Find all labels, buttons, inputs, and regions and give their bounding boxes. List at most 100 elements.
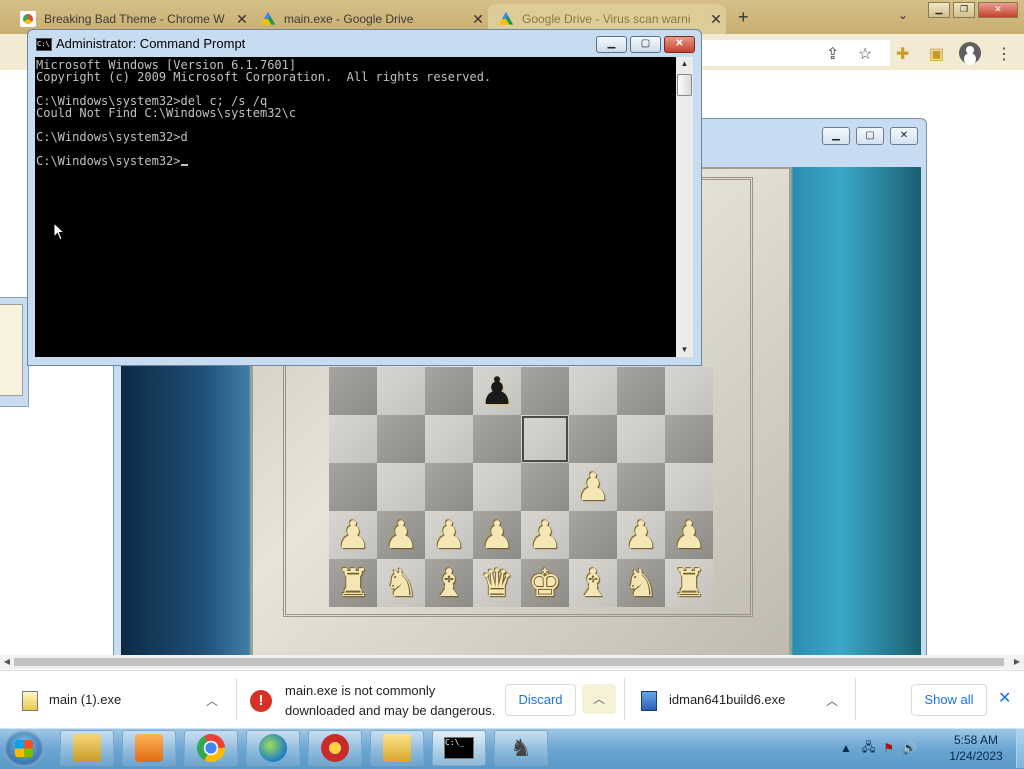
- chess-square[interactable]: ♟: [377, 511, 425, 559]
- chess-square[interactable]: [329, 415, 377, 463]
- chess-square[interactable]: ♞: [617, 559, 665, 607]
- chess-square[interactable]: [617, 415, 665, 463]
- scrollbar-thumb[interactable]: [677, 74, 692, 96]
- white-pawn-icon[interactable]: ♟: [473, 511, 521, 559]
- chess-square[interactable]: [665, 367, 713, 415]
- chess-square[interactable]: ♛: [473, 559, 521, 607]
- white-pawn-icon[interactable]: ♟: [521, 511, 569, 559]
- scroll-left-icon[interactable]: ◀: [0, 655, 14, 669]
- chess-square[interactable]: [569, 415, 617, 463]
- white-bishop-icon[interactable]: ♝: [569, 559, 617, 607]
- taskbar-folder-app[interactable]: [370, 730, 424, 766]
- tab-search-chevron-icon[interactable]: ⌄: [898, 8, 908, 22]
- chess-square[interactable]: [617, 367, 665, 415]
- discard-button[interactable]: Discard: [505, 684, 576, 716]
- taskbar-media-player[interactable]: [122, 730, 176, 766]
- command-prompt-window[interactable]: C:\ Administrator: Command Prompt ▁ ▢ ✕ …: [27, 29, 702, 366]
- show-all-button[interactable]: Show all: [911, 684, 987, 716]
- chess-square[interactable]: ♟: [569, 463, 617, 511]
- white-queen-icon[interactable]: ♛: [473, 559, 521, 607]
- network-icon[interactable]: 🖧: [862, 738, 875, 759]
- white-pawn-icon[interactable]: ♟: [425, 511, 473, 559]
- chess-square[interactable]: ♟: [473, 511, 521, 559]
- white-knight-icon[interactable]: ♞: [617, 559, 665, 607]
- chess-square[interactable]: [569, 511, 617, 559]
- chevron-up-icon[interactable]: ︿: [582, 684, 616, 714]
- page-horizontal-scrollbar[interactable]: ◀ ▶: [0, 655, 1024, 669]
- share-icon[interactable]: ⇪: [826, 44, 839, 64]
- taskbar-pinball[interactable]: [308, 730, 362, 766]
- taskbar-chess[interactable]: ♞: [494, 730, 548, 766]
- chess-square[interactable]: ♟: [425, 511, 473, 559]
- download-item-name[interactable]: main (1).exe: [49, 692, 121, 707]
- start-button[interactable]: [4, 730, 44, 767]
- minimize-icon[interactable]: ▁: [928, 2, 950, 18]
- show-hidden-icons-icon[interactable]: ▲: [840, 741, 852, 755]
- chevron-up-icon[interactable]: ︿: [206, 692, 218, 709]
- close-icon[interactable]: ✕: [664, 36, 695, 53]
- chess-square[interactable]: [569, 367, 617, 415]
- chess-square[interactable]: ♚: [521, 559, 569, 607]
- white-rook-icon[interactable]: ♜: [329, 559, 377, 607]
- white-pawn-icon[interactable]: ♟: [329, 511, 377, 559]
- scrollbar-thumb[interactable]: [14, 658, 1004, 666]
- minimize-icon[interactable]: ▁: [596, 36, 627, 53]
- chess-square[interactable]: [521, 367, 569, 415]
- bookmark-star-icon[interactable]: ☆: [858, 44, 872, 64]
- taskbar-explorer[interactable]: [60, 730, 114, 766]
- download-item-name[interactable]: idman641build6.exe: [669, 692, 785, 707]
- restore-icon[interactable]: ❐: [953, 2, 975, 18]
- chess-square[interactable]: [665, 415, 713, 463]
- chess-square[interactable]: [425, 415, 473, 463]
- chess-square[interactable]: [377, 367, 425, 415]
- kebab-menu-icon[interactable]: ⋮: [996, 44, 1012, 64]
- white-knight-icon[interactable]: ♞: [377, 559, 425, 607]
- chess-square[interactable]: [377, 415, 425, 463]
- black-pawn-icon[interactable]: ♟: [473, 367, 521, 415]
- taskbar-chrome[interactable]: [184, 730, 238, 766]
- minimize-icon[interactable]: ▁: [822, 127, 850, 145]
- extensions-puzzle-icon[interactable]: ✚: [896, 44, 909, 64]
- side-panel-icon[interactable]: ▣: [929, 44, 944, 64]
- white-pawn-icon[interactable]: ♟: [569, 463, 617, 511]
- taskbar-clock[interactable]: 5:58 AM 1/24/2023: [935, 732, 1017, 764]
- chevron-up-icon[interactable]: ︿: [826, 692, 838, 709]
- scroll-up-icon[interactable]: ▲: [676, 57, 693, 71]
- volume-icon[interactable]: 🔊: [902, 741, 917, 755]
- chess-square[interactable]: [425, 463, 473, 511]
- chess-square[interactable]: ♟: [521, 511, 569, 559]
- chess-square[interactable]: [473, 463, 521, 511]
- white-rook-icon[interactable]: ♜: [665, 559, 713, 607]
- taskbar-command-prompt[interactable]: C:\_: [432, 730, 486, 766]
- close-icon[interactable]: ✕: [978, 2, 1018, 18]
- close-tab-icon[interactable]: ✕: [468, 11, 488, 28]
- show-desktop-button[interactable]: [1016, 729, 1024, 768]
- chess-square[interactable]: ♟: [473, 367, 521, 415]
- close-icon[interactable]: ✕: [998, 688, 1011, 708]
- chess-square[interactable]: [377, 463, 425, 511]
- chess-square[interactable]: ♟: [329, 511, 377, 559]
- scroll-down-icon[interactable]: ▼: [676, 343, 693, 357]
- chess-square[interactable]: ♝: [425, 559, 473, 607]
- console-scrollbar[interactable]: ▲ ▼: [676, 57, 693, 357]
- white-bishop-icon[interactable]: ♝: [425, 559, 473, 607]
- taskbar-idm[interactable]: [246, 730, 300, 766]
- chess-square[interactable]: ♜: [329, 559, 377, 607]
- white-king-icon[interactable]: ♚: [521, 559, 569, 607]
- chess-square[interactable]: ♝: [569, 559, 617, 607]
- maximize-icon[interactable]: ▢: [630, 36, 661, 53]
- chess-square[interactable]: [521, 463, 569, 511]
- close-tab-icon[interactable]: ✕: [706, 11, 726, 28]
- chess-board[interactable]: ♟ ♟ ♟ ♟ ♟ ♟ ♟ ♟ ♟ ♜ ♞ ♝ ♛ ♚ ♝ ♞ ♜: [329, 367, 713, 607]
- chess-square[interactable]: [521, 415, 569, 463]
- profile-avatar-icon[interactable]: [959, 42, 981, 64]
- new-tab-button[interactable]: +: [738, 7, 749, 28]
- scroll-right-icon[interactable]: ▶: [1010, 655, 1024, 669]
- white-pawn-icon[interactable]: ♟: [665, 511, 713, 559]
- maximize-icon[interactable]: ▢: [856, 127, 884, 145]
- chess-square[interactable]: [329, 463, 377, 511]
- chess-square[interactable]: ♟: [617, 511, 665, 559]
- chess-square[interactable]: ♜: [665, 559, 713, 607]
- chess-square[interactable]: ♞: [377, 559, 425, 607]
- close-tab-icon[interactable]: ✕: [232, 11, 252, 28]
